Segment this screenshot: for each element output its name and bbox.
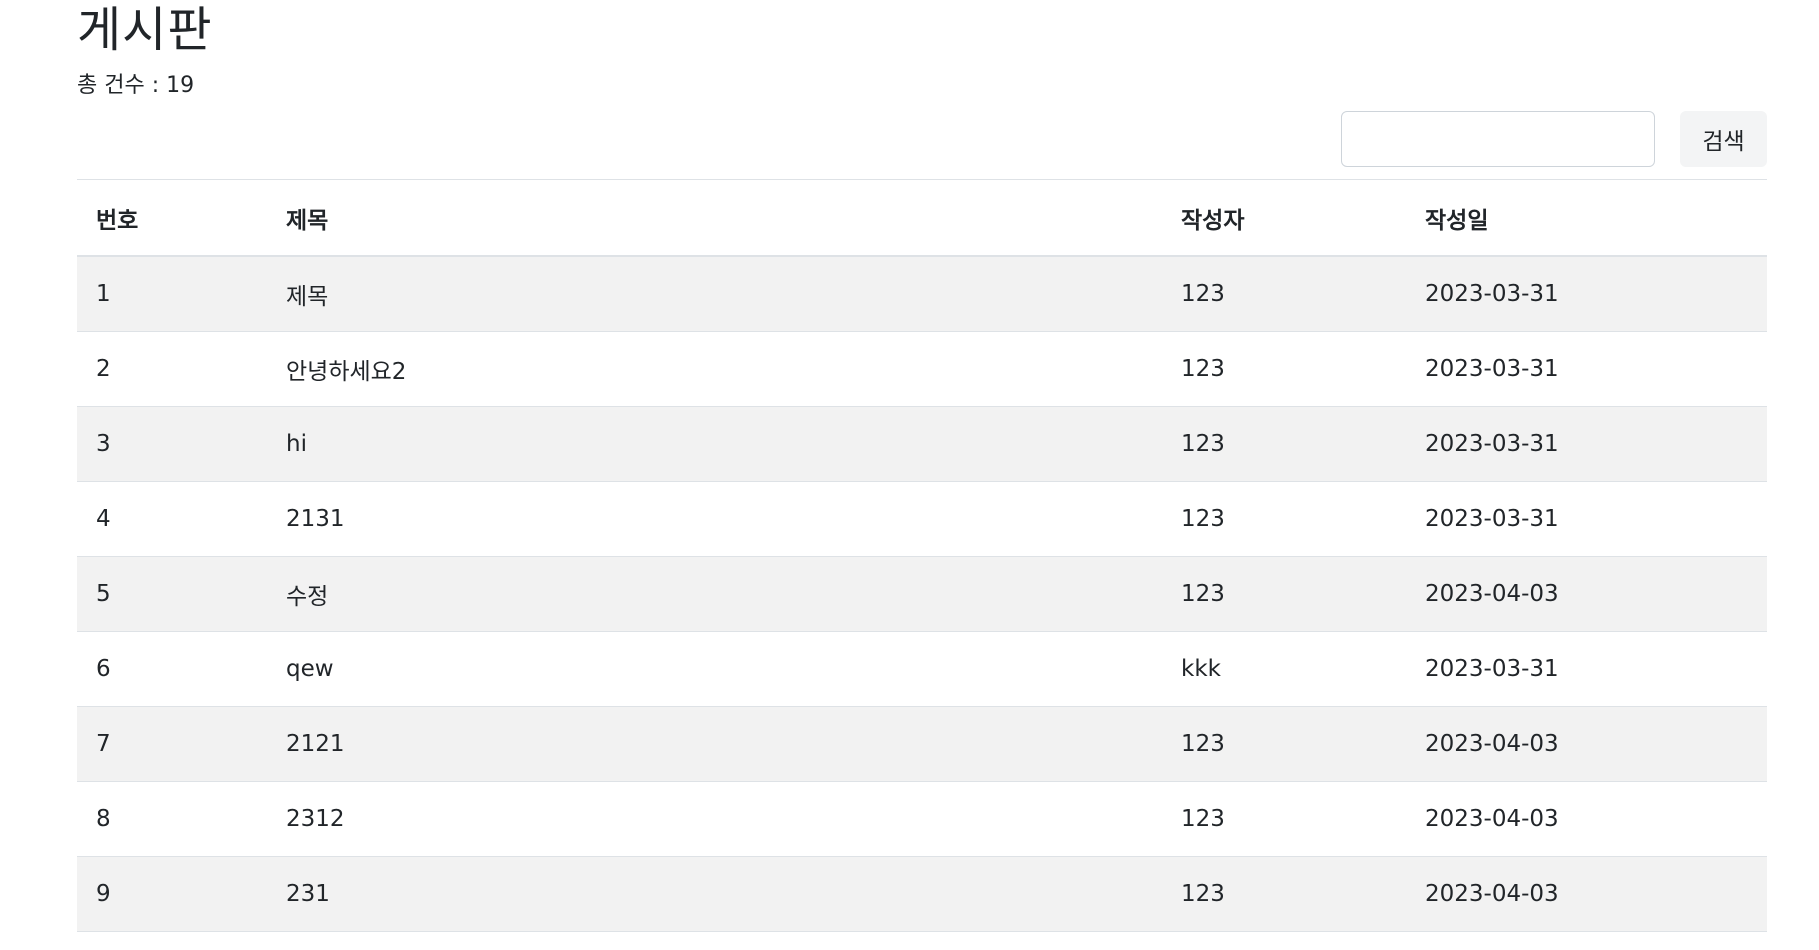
- cell-title[interactable]: qew: [267, 631, 1162, 707]
- cell-date: 2023-03-31: [1406, 406, 1767, 482]
- table-row[interactable]: 3 hi 123 2023-03-31: [77, 406, 1767, 482]
- table-row[interactable]: 4 2131 123 2023-03-31: [77, 481, 1767, 557]
- cell-date: 2023-03-31: [1406, 481, 1767, 557]
- search-button[interactable]: 검색: [1680, 111, 1767, 167]
- cell-author: 123: [1162, 556, 1406, 632]
- cell-date: 2023-03-31: [1406, 255, 1767, 332]
- cell-author: 123: [1162, 706, 1406, 782]
- cell-author: 123: [1162, 481, 1406, 557]
- cell-date: 2023-04-03: [1406, 856, 1767, 932]
- cell-author: 123: [1162, 856, 1406, 932]
- cell-no: 6: [77, 631, 267, 707]
- cell-date: 2023-03-31: [1406, 631, 1767, 707]
- table-row[interactable]: 5 수정 123 2023-04-03: [77, 556, 1767, 632]
- page-title: 게시판: [77, 2, 213, 58]
- search-input[interactable]: [1341, 111, 1655, 167]
- cell-no: 7: [77, 706, 267, 782]
- column-header-author: 작성자: [1162, 179, 1406, 257]
- table-row[interactable]: 2 안녕하세요2 123 2023-03-31: [77, 331, 1767, 407]
- cell-author: 123: [1162, 331, 1406, 407]
- cell-no: 9: [77, 856, 267, 932]
- cell-no: 3: [77, 406, 267, 482]
- board-table: 번호 제목 작성자 작성일 1 제목 123 2023-03-31 2 안녕하세…: [77, 179, 1767, 932]
- table-row[interactable]: 1 제목 123 2023-03-31: [77, 255, 1767, 332]
- cell-no: 5: [77, 556, 267, 632]
- table-row[interactable]: 8 2312 123 2023-04-03: [77, 781, 1767, 857]
- cell-title[interactable]: 제목: [267, 255, 1162, 332]
- column-header-title: 제목: [267, 179, 1162, 257]
- cell-no: 1: [77, 255, 267, 332]
- cell-date: 2023-03-31: [1406, 331, 1767, 407]
- cell-no: 8: [77, 781, 267, 857]
- table-row[interactable]: 7 2121 123 2023-04-03: [77, 706, 1767, 782]
- cell-title[interactable]: 2121: [267, 706, 1162, 782]
- cell-date: 2023-04-03: [1406, 556, 1767, 632]
- search-bar: 검색: [1341, 109, 1767, 169]
- cell-date: 2023-04-03: [1406, 781, 1767, 857]
- cell-no: 2: [77, 331, 267, 407]
- cell-title[interactable]: 안녕하세요2: [267, 331, 1162, 407]
- table-row[interactable]: 9 231 123 2023-04-03: [77, 856, 1767, 932]
- cell-title[interactable]: 2312: [267, 781, 1162, 857]
- cell-author: 123: [1162, 781, 1406, 857]
- cell-author: 123: [1162, 406, 1406, 482]
- cell-author: kkk: [1162, 631, 1406, 707]
- cell-title[interactable]: 231: [267, 856, 1162, 932]
- total-count: 총 건수 : 19: [77, 73, 195, 98]
- column-header-date: 작성일: [1406, 179, 1767, 257]
- cell-title[interactable]: hi: [267, 406, 1162, 482]
- column-header-no: 번호: [77, 179, 267, 257]
- cell-no: 4: [77, 481, 267, 557]
- cell-title[interactable]: 2131: [267, 481, 1162, 557]
- board-container: 게시판 총 건수 : 19 검색 번호 제목 작성자 작성일 1 제목 123 …: [77, 0, 1767, 932]
- table-row[interactable]: 6 qew kkk 2023-03-31: [77, 631, 1767, 707]
- cell-title[interactable]: 수정: [267, 556, 1162, 632]
- table-header-row: 번호 제목 작성자 작성일: [77, 179, 1767, 257]
- cell-date: 2023-04-03: [1406, 706, 1767, 782]
- cell-author: 123: [1162, 255, 1406, 332]
